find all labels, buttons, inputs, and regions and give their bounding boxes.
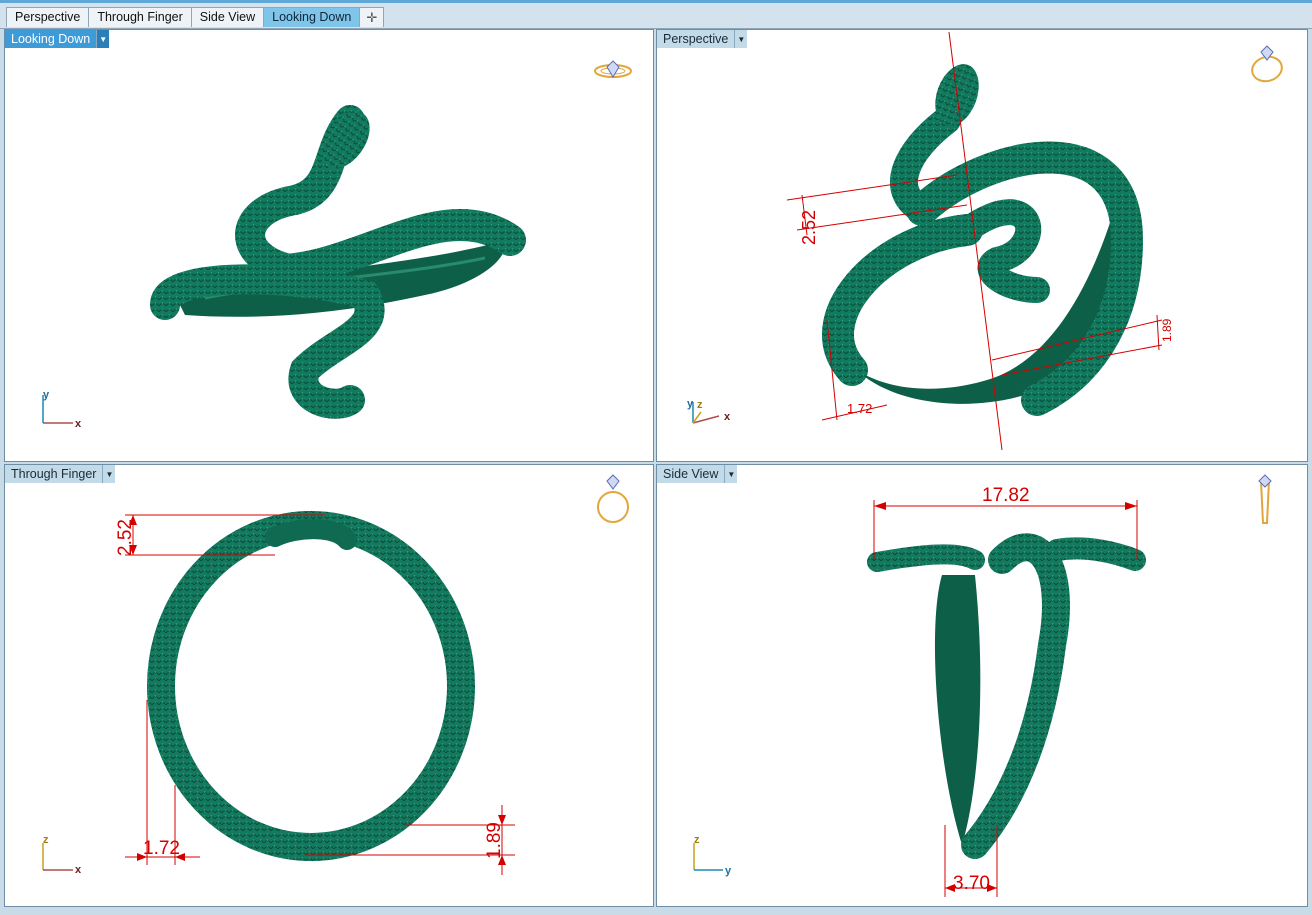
axis-triad [42, 843, 73, 871]
ring-perspective-icon[interactable] [1249, 45, 1284, 84]
tab-through-finger[interactable]: Through Finger [88, 7, 192, 27]
axis-z-label: z [694, 834, 700, 846]
viewport-looking-down[interactable]: y x Looking Down ▼ [4, 29, 654, 462]
viewport-through-finger-scene: 2.52 1.72 1.89 z x [42, 474, 629, 876]
axis-z-label: z [43, 834, 49, 846]
axis-y-label: y [725, 865, 732, 877]
viewport-name: Looking Down [5, 30, 97, 48]
axis-triad [693, 843, 723, 871]
viewport-name: Perspective [657, 30, 735, 48]
tab-looking-down[interactable]: Looking Down [263, 7, 361, 27]
snake-tail [822, 214, 983, 386]
viewport-label-side-view[interactable]: Side View ▼ [657, 465, 738, 483]
viewport-through-finger[interactable]: 2.52 1.72 1.89 z x Through Finger ▼ [4, 464, 654, 907]
ring-band [934, 575, 981, 845]
dimension-label-head-height: 2.52 [799, 210, 819, 245]
ring-body [147, 511, 475, 861]
viewport-label-perspective[interactable]: Perspective ▼ [657, 30, 748, 48]
viewport-side-view-scene: 17.82 3.70 z y [693, 474, 1272, 897]
viewport-looking-down-scene: y x [42, 60, 632, 430]
viewport-tab-bar: Perspective Through Finger Side View Loo… [0, 0, 1312, 29]
dimension-label-left: 1.72 [143, 838, 180, 859]
add-tab-button[interactable]: ✛ [359, 7, 385, 27]
axis-x-label: x [75, 864, 82, 876]
viewport-label-looking-down[interactable]: Looking Down ▼ [5, 30, 110, 48]
snake-body [961, 533, 1070, 859]
tab-perspective[interactable]: Perspective [6, 7, 90, 27]
axis-x-label: x [75, 418, 82, 430]
viewport-tabs: Perspective Through Finger Side View Loo… [6, 7, 385, 27]
viewport-dropdown-icon[interactable]: ▼ [96, 30, 110, 48]
viewport-perspective[interactable]: 2.52 1.89 1.72 y z x Perspective ▼ [656, 29, 1308, 462]
ring-top-icon[interactable] [594, 60, 632, 78]
axis-x-label: x [724, 411, 731, 423]
dimension-label-right: 1.89 [484, 822, 505, 859]
axis-y-label: y [687, 398, 694, 410]
viewport-dropdown-icon[interactable]: ▼ [734, 30, 748, 48]
viewport-perspective-scene: 2.52 1.89 1.72 y z x [687, 31, 1284, 451]
dimension-label-width: 17.82 [982, 485, 1030, 506]
viewport-name: Through Finger [5, 465, 103, 483]
dimension-label-tail: 1.72 [847, 401, 872, 416]
axis-y-label: y [43, 389, 50, 401]
viewport-dropdown-icon[interactable]: ▼ [724, 465, 738, 483]
ring-front-icon[interactable] [597, 474, 629, 523]
window-top-edge [0, 0, 1312, 3]
viewport-side-view[interactable]: 17.82 3.70 z y Side View ▼ [656, 464, 1308, 907]
snake-head-top [265, 519, 357, 550]
snake-tail-tip [867, 544, 985, 572]
tab-side-view[interactable]: Side View [190, 7, 265, 27]
dimension-label-band-width: 1.89 [1160, 318, 1174, 342]
ring-side-icon[interactable] [1258, 474, 1272, 524]
axis-z-label: z [697, 399, 703, 411]
viewport-label-through-finger[interactable]: Through Finger ▼ [5, 465, 116, 483]
snake-coil [954, 199, 1050, 303]
snake-head [1046, 537, 1146, 571]
viewport-dropdown-icon[interactable]: ▼ [102, 465, 116, 483]
dimension-label-top: 2.52 [115, 519, 136, 556]
dimension-label-bottom: 3.70 [953, 873, 990, 894]
viewport-name: Side View [657, 465, 725, 483]
